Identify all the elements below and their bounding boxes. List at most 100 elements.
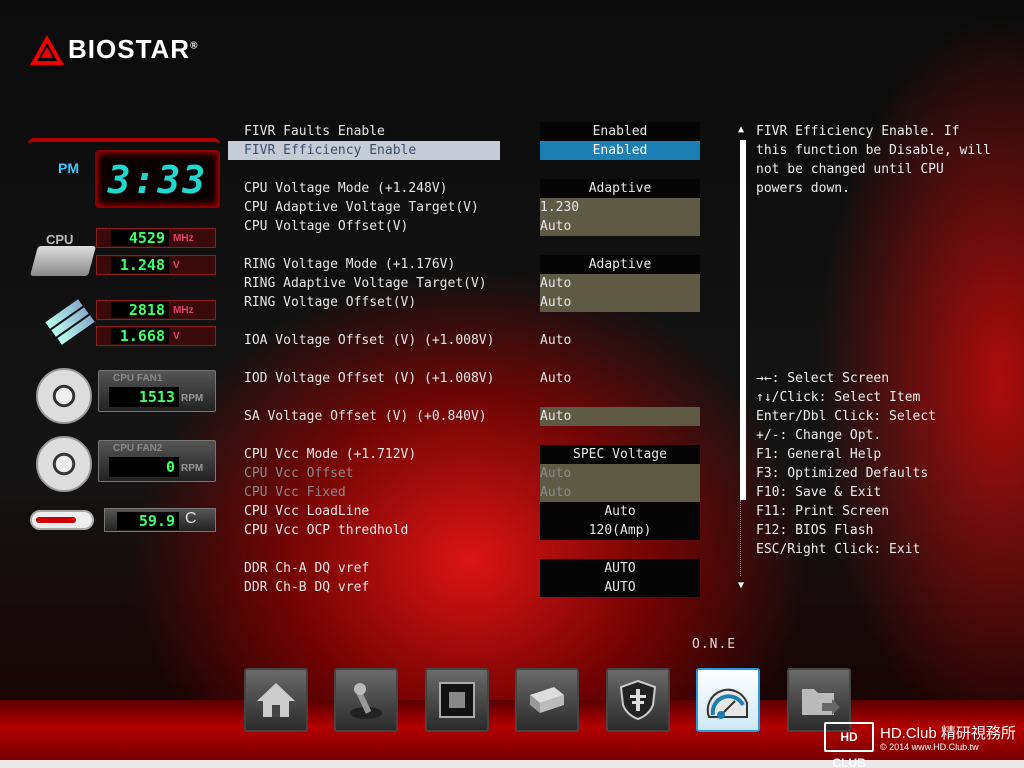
key-hint: F3: Optimized Defaults bbox=[756, 466, 929, 481]
fan1-readout: CPU FAN1 1513 RPM bbox=[98, 370, 216, 412]
menu-row-ring-voltage-mode[interactable]: RING Voltage Mode (+1.176V) Adaptive bbox=[244, 255, 702, 274]
drive-icon bbox=[530, 687, 564, 713]
dock-main-button[interactable] bbox=[244, 668, 308, 732]
menu-row-cpu-voltage-offset[interactable]: CPU Voltage Offset(V) Auto bbox=[244, 217, 702, 236]
menu-value[interactable]: Auto bbox=[540, 331, 700, 350]
cpu-volt-value: 1.248 bbox=[111, 257, 169, 273]
menu-value[interactable]: Auto bbox=[540, 274, 700, 293]
cpu-volt-unit: V bbox=[173, 259, 180, 271]
cpu-chip-icon bbox=[29, 246, 97, 276]
biostar-logo-icon bbox=[30, 34, 64, 65]
menu-row-ddr-chb-vref[interactable]: DDR Ch-B DQ vref AUTO bbox=[244, 578, 702, 597]
temperature-value: 59.9 bbox=[117, 512, 179, 530]
key-hint: Enter/Dbl Click: Select bbox=[756, 409, 937, 424]
key-legend: →←: Select Screen ↑↓/Click: Select Item … bbox=[756, 369, 1016, 559]
menu-value[interactable]: AUTO bbox=[540, 559, 700, 578]
fan1-icon bbox=[36, 368, 92, 424]
fan1-unit: RPM bbox=[181, 393, 204, 404]
cpu-label: CPU bbox=[46, 232, 74, 247]
menu-value[interactable]: 120(Amp) bbox=[540, 521, 700, 540]
menu-label: CPU Vcc LoadLine bbox=[244, 504, 370, 519]
watermark-logo: HD CLUB bbox=[824, 722, 874, 768]
menu-value[interactable]: Adaptive bbox=[540, 255, 700, 274]
menu-row-sa-voltage-offset[interactable]: SA Voltage Offset (V) (+0.840V) Auto bbox=[244, 407, 702, 426]
cpu-volt-readout: 1.248 V bbox=[96, 255, 216, 275]
menu-row-cpu-vcc-mode[interactable]: CPU Vcc Mode (+1.712V) SPEC Voltage bbox=[244, 445, 702, 464]
menu-row-cpu-vcc-loadline[interactable]: CPU Vcc LoadLine Auto bbox=[244, 502, 702, 521]
menu-value[interactable]: Adaptive bbox=[540, 179, 700, 198]
joystick-icon bbox=[350, 683, 382, 719]
menu-value[interactable]: Enabled bbox=[540, 122, 700, 141]
biostar-logo: BIOSTAR® bbox=[30, 34, 198, 65]
menu-row-cpu-vcc-ocp[interactable]: CPU Vcc OCP thredhold 120(Amp) bbox=[244, 521, 702, 540]
scrollbar-track[interactable] bbox=[740, 500, 746, 576]
key-hint: →←: Select Screen bbox=[756, 371, 890, 386]
fan2-rpm: 0 bbox=[109, 457, 179, 477]
menu-row-iod-voltage-offset[interactable]: IOD Voltage Offset (V) (+1.008V) Auto bbox=[244, 369, 702, 388]
fan2-unit: RPM bbox=[181, 463, 204, 474]
menu-label: CPU Voltage Mode (+1.248V) bbox=[244, 181, 448, 196]
menu-value[interactable]: Auto bbox=[540, 369, 700, 388]
menu-label: CPU Vcc OCP thredhold bbox=[244, 523, 409, 538]
menu-value[interactable]: AUTO bbox=[540, 578, 700, 597]
dock-overclock-button[interactable] bbox=[334, 668, 398, 732]
menu-label: IOD Voltage Offset (V) (+1.008V) bbox=[244, 371, 495, 386]
mem-freq-readout: 2818 MHz bbox=[96, 300, 216, 320]
menu-label: RING Adaptive Voltage Target(V) bbox=[244, 276, 487, 291]
memory-module-icon bbox=[40, 296, 95, 346]
key-hint: F11: Print Screen bbox=[756, 504, 890, 519]
key-hint: F12: BIOS Flash bbox=[756, 523, 874, 538]
menu-value: Auto bbox=[540, 483, 700, 502]
menu-value[interactable]: Enabled bbox=[540, 141, 700, 160]
menu-value[interactable]: 1.230 bbox=[540, 198, 700, 217]
mem-volt-unit: V bbox=[173, 330, 180, 342]
home-icon bbox=[257, 683, 295, 717]
menu-label: RING Voltage Mode (+1.176V) bbox=[244, 257, 456, 272]
brand-name: BIOSTAR® bbox=[68, 34, 199, 64]
menu-row-cpu-vcc-fixed: CPU Vcc Fixed Auto bbox=[244, 483, 702, 502]
bottom-dock bbox=[244, 668, 854, 734]
fan2-label: CPU FAN2 bbox=[113, 443, 163, 454]
shield-icon bbox=[619, 679, 657, 721]
key-hint: ESC/Right Click: Exit bbox=[756, 542, 921, 557]
menu-row-ioa-voltage-offset[interactable]: IOA Voltage Offset (V) (+1.008V) Auto bbox=[244, 331, 702, 350]
mem-freq-unit: MHz bbox=[173, 304, 194, 316]
dock-one-button[interactable] bbox=[696, 668, 760, 732]
menu-label: SA Voltage Offset (V) (+0.840V) bbox=[244, 409, 487, 424]
mem-volt-readout: 1.668 V bbox=[96, 326, 216, 346]
fan2-icon bbox=[36, 436, 92, 492]
menu-row-ddr-cha-vref[interactable]: DDR Ch-A DQ vref AUTO bbox=[244, 559, 702, 578]
chip-icon bbox=[439, 682, 475, 718]
fan1-rpm: 1513 bbox=[109, 387, 179, 407]
key-hint: F10: Save & Exit bbox=[756, 485, 882, 500]
key-hint: F1: General Help bbox=[756, 447, 882, 462]
dock-advanced-button[interactable] bbox=[425, 668, 489, 732]
menu-value[interactable]: Auto bbox=[540, 217, 700, 236]
active-menu-label: O.N.E bbox=[692, 637, 737, 652]
menu-value[interactable]: SPEC Voltage bbox=[540, 445, 700, 464]
menu-row-cpu-adaptive-target[interactable]: CPU Adaptive Voltage Target(V) 1.230 bbox=[244, 198, 702, 217]
dock-security-button[interactable] bbox=[606, 668, 670, 732]
menu-row-fivr-efficiency[interactable]: FIVR Efficiency Enable Enabled bbox=[228, 141, 702, 160]
menu-value: Auto bbox=[540, 464, 700, 483]
dock-chipset-button[interactable] bbox=[515, 668, 579, 732]
scrollbar-thumb[interactable] bbox=[740, 140, 746, 500]
clock-display: 3:33 bbox=[95, 150, 220, 208]
cpu-freq-value: 4529 bbox=[111, 230, 169, 246]
menu-value[interactable]: Auto bbox=[540, 407, 700, 426]
menu-label: DDR Ch-B DQ vref bbox=[244, 580, 370, 595]
menu-label: CPU Adaptive Voltage Target(V) bbox=[244, 200, 479, 215]
menu-value[interactable]: Auto bbox=[540, 502, 700, 521]
scroll-up-icon[interactable]: ▲ bbox=[738, 124, 744, 135]
bottom-edge bbox=[0, 760, 1024, 768]
cpu-freq-readout: 4529 MHz bbox=[96, 228, 216, 248]
menu-row-ring-voltage-offset[interactable]: RING Voltage Offset(V) Auto bbox=[244, 293, 702, 312]
menu-row-fivr-faults[interactable]: FIVR Faults Enable Enabled bbox=[244, 122, 702, 141]
menu-row-cpu-voltage-mode[interactable]: CPU Voltage Mode (+1.248V) Adaptive bbox=[244, 179, 702, 198]
folder-exit-icon bbox=[802, 689, 840, 715]
scroll-down-icon[interactable]: ▼ bbox=[738, 580, 744, 591]
menu-row-ring-adaptive-target[interactable]: RING Adaptive Voltage Target(V) Auto bbox=[244, 274, 702, 293]
key-hint: +/-: Change Opt. bbox=[756, 428, 882, 443]
menu-value[interactable]: Auto bbox=[540, 293, 700, 312]
thermometer-icon bbox=[30, 510, 94, 530]
